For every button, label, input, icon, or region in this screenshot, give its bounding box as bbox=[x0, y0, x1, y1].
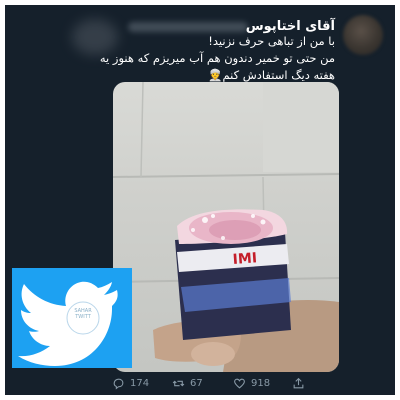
share-icon bbox=[293, 377, 304, 389]
tweet-actions: 174 67 918 bbox=[5, 377, 395, 395]
tweet-text: با من از تباهی حرف نزنید! من حتی تو خمیر… bbox=[65, 33, 335, 84]
share-button[interactable] bbox=[292, 377, 305, 390]
reply-count: 174 bbox=[130, 378, 150, 389]
svg-text:IMI: IMI bbox=[232, 250, 257, 268]
like-icon bbox=[234, 378, 245, 389]
avatar[interactable] bbox=[343, 15, 383, 55]
retweet-button[interactable]: 67 bbox=[172, 377, 203, 390]
tweet-card: آقای اختاپوس با من از تباهی حرف نزنید! م… bbox=[5, 5, 395, 395]
logo-text-line: TWITT bbox=[75, 314, 91, 320]
reply-button[interactable]: 174 bbox=[112, 377, 149, 390]
blurred-handle bbox=[128, 22, 248, 32]
like-count: 918 bbox=[251, 378, 271, 389]
like-button[interactable]: 918 bbox=[233, 377, 270, 390]
tweet-photo[interactable]: IMI bbox=[113, 82, 339, 372]
retweet-count: 67 bbox=[190, 378, 203, 389]
twitter-logo: SAHAR TWITT bbox=[12, 268, 132, 368]
logo-circle-text: SAHAR TWITT bbox=[70, 308, 96, 320]
tweet-text-line: من حتی تو خمیر دندون هم آب میریزم که هنو… bbox=[99, 51, 335, 65]
reply-icon bbox=[113, 378, 124, 390]
display-name[interactable]: آقای اختاپوس bbox=[246, 19, 335, 34]
tweet-text-line: با من از تباهی حرف نزنید! bbox=[208, 34, 335, 48]
retweet-icon bbox=[172, 380, 185, 387]
